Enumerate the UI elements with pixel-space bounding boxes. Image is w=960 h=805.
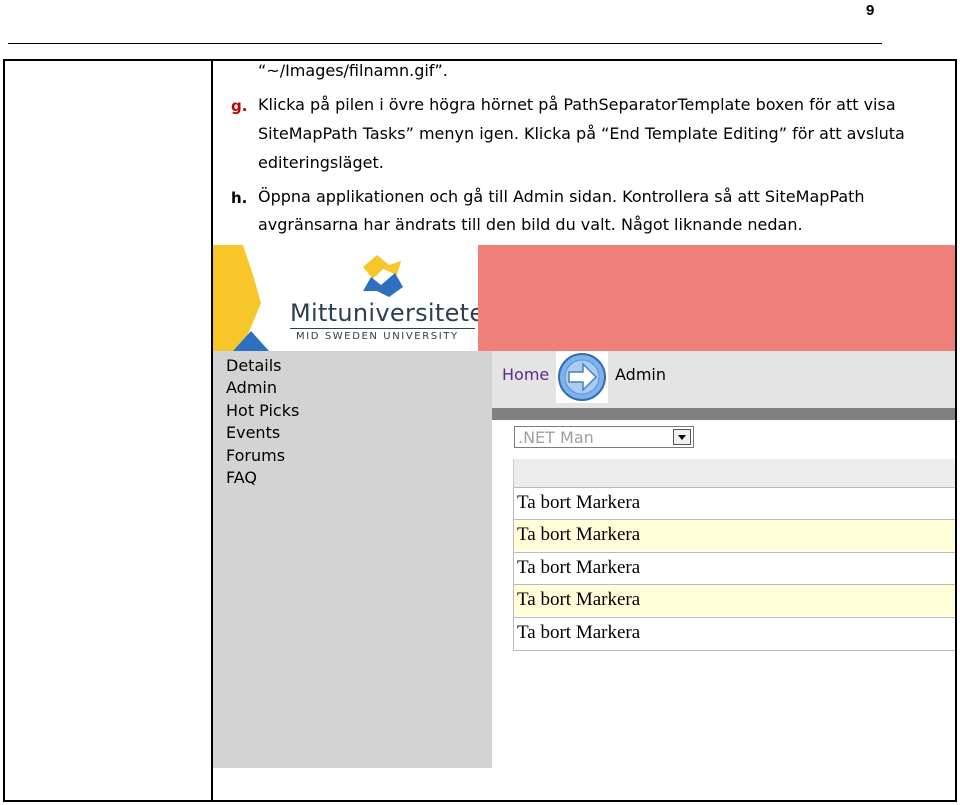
step-g-letter: g. [231, 97, 248, 115]
row-actions[interactable]: Ta bort Markera [517, 492, 640, 514]
side-menu: Details Admin Hot Picks Events Forums FA… [213, 351, 492, 768]
menu-item-hot-picks[interactable]: Hot Picks [226, 401, 299, 420]
dropdown-button[interactable] [673, 429, 691, 445]
row-actions[interactable]: Ta bort Markera [517, 557, 640, 579]
step-g-line-2: SiteMapPath Tasks” menyn igen. Klicka på… [258, 124, 905, 143]
row-actions[interactable]: Ta bort Markera [517, 524, 640, 546]
logo-area: Mittuniversitetet MID SWEDEN UNIVERSITY [213, 245, 494, 351]
menu-item-faq[interactable]: FAQ [226, 468, 257, 487]
arrow-right-circle-icon [556, 351, 608, 403]
menu-item-forums[interactable]: Forums [226, 446, 285, 465]
row-actions[interactable]: Ta bort Markera [517, 622, 640, 644]
item-list: Ta bort Markera Ta bort Markera Ta bort … [513, 487, 955, 651]
menu-item-admin[interactable]: Admin [226, 378, 277, 397]
main-area: Home Admin .NET Man Ta bort Markera Ta b… [492, 351, 955, 768]
breadcrumb: Home Admin [492, 351, 955, 408]
list-row: Ta bort Markera [514, 584, 955, 616]
list-row: Ta bort Markera [514, 519, 955, 551]
header-rule [8, 43, 882, 44]
item-dropdown[interactable]: .NET Man [514, 426, 694, 448]
logo-subtitle: MID SWEDEN UNIVERSITY [296, 331, 459, 342]
step-h-line-1: Öppna applikationen och gå till Admin si… [258, 187, 865, 206]
embedded-screenshot: Mittuniversitetet MID SWEDEN UNIVERSITY … [213, 245, 955, 768]
logo-name: Mittuniversitetet [290, 299, 495, 327]
menu-item-events[interactable]: Events [226, 423, 280, 442]
row-actions[interactable]: Ta bort Markera [517, 589, 640, 611]
step-g-line-1: Klicka på pilen i övre högra hörnet på P… [258, 95, 896, 114]
list-row: Ta bort Markera [514, 487, 955, 519]
divider-bar [492, 408, 955, 420]
path-line: “~/Images/filnamn.gif”. [258, 61, 448, 80]
list-header [513, 459, 955, 487]
menu-item-details[interactable]: Details [226, 356, 281, 375]
page-number: 9 [866, 2, 875, 19]
list-row: Ta bort Markera [514, 552, 955, 584]
breadcrumb-home-link[interactable]: Home [502, 365, 549, 384]
chevron-down-icon [678, 435, 686, 440]
step-h-line-2: avgränsarna har ändrats till den bild du… [258, 215, 803, 234]
logo-rule [290, 328, 475, 329]
step-g-line-3: editeringsläget. [258, 153, 384, 172]
breadcrumb-current: Admin [615, 365, 666, 384]
dropdown-value: .NET Man [518, 428, 594, 447]
step-h-letter: h. [231, 189, 248, 207]
header-banner [478, 245, 955, 351]
list-row: Ta bort Markera [514, 617, 955, 649]
